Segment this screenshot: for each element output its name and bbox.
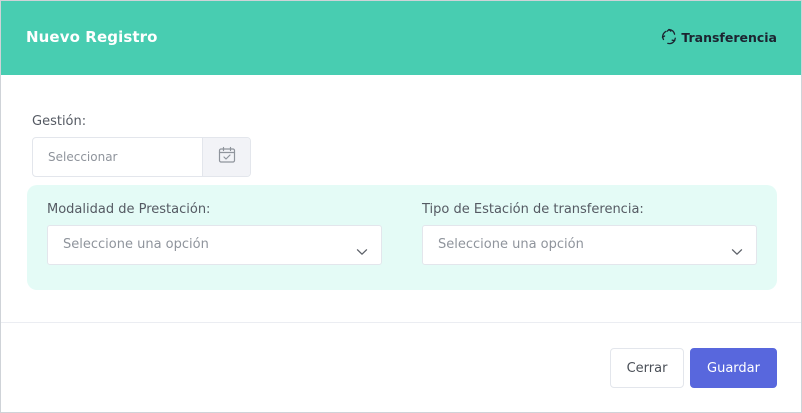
- tipo-estacion-select-value: Seleccione una opción: [438, 237, 584, 252]
- tipo-estacion-select[interactable]: Seleccione una opción: [422, 225, 757, 265]
- modal-header: Nuevo Registro Transferencia: [1, 1, 801, 75]
- recycle-icon: [660, 28, 678, 46]
- modalidad-select-value: Seleccione una opción: [63, 237, 209, 252]
- chevron-down-icon: [731, 241, 743, 260]
- save-button[interactable]: Guardar: [690, 348, 777, 388]
- calendar-check-icon: [218, 146, 236, 168]
- chevron-down-icon: [356, 241, 368, 260]
- brand: Transferencia: [660, 28, 777, 46]
- close-button[interactable]: Cerrar: [610, 348, 684, 388]
- modalidad-select[interactable]: Seleccione una opción: [47, 225, 382, 265]
- gestion-date-picker[interactable]: [32, 137, 251, 177]
- calendar-button[interactable]: [202, 138, 250, 176]
- modalidad-label: Modalidad de Prestación:: [47, 202, 211, 217]
- gestion-label: Gestión:: [32, 114, 87, 129]
- brand-label: Transferencia: [681, 29, 777, 45]
- modal-title: Nuevo Registro: [26, 28, 158, 46]
- modal-dialog: Nuevo Registro Transferencia Gestión: Se…: [0, 0, 802, 413]
- tipo-estacion-label: Tipo de Estación de transferencia:: [422, 202, 644, 217]
- gestion-input[interactable]: [33, 138, 204, 176]
- footer-divider: [1, 322, 801, 323]
